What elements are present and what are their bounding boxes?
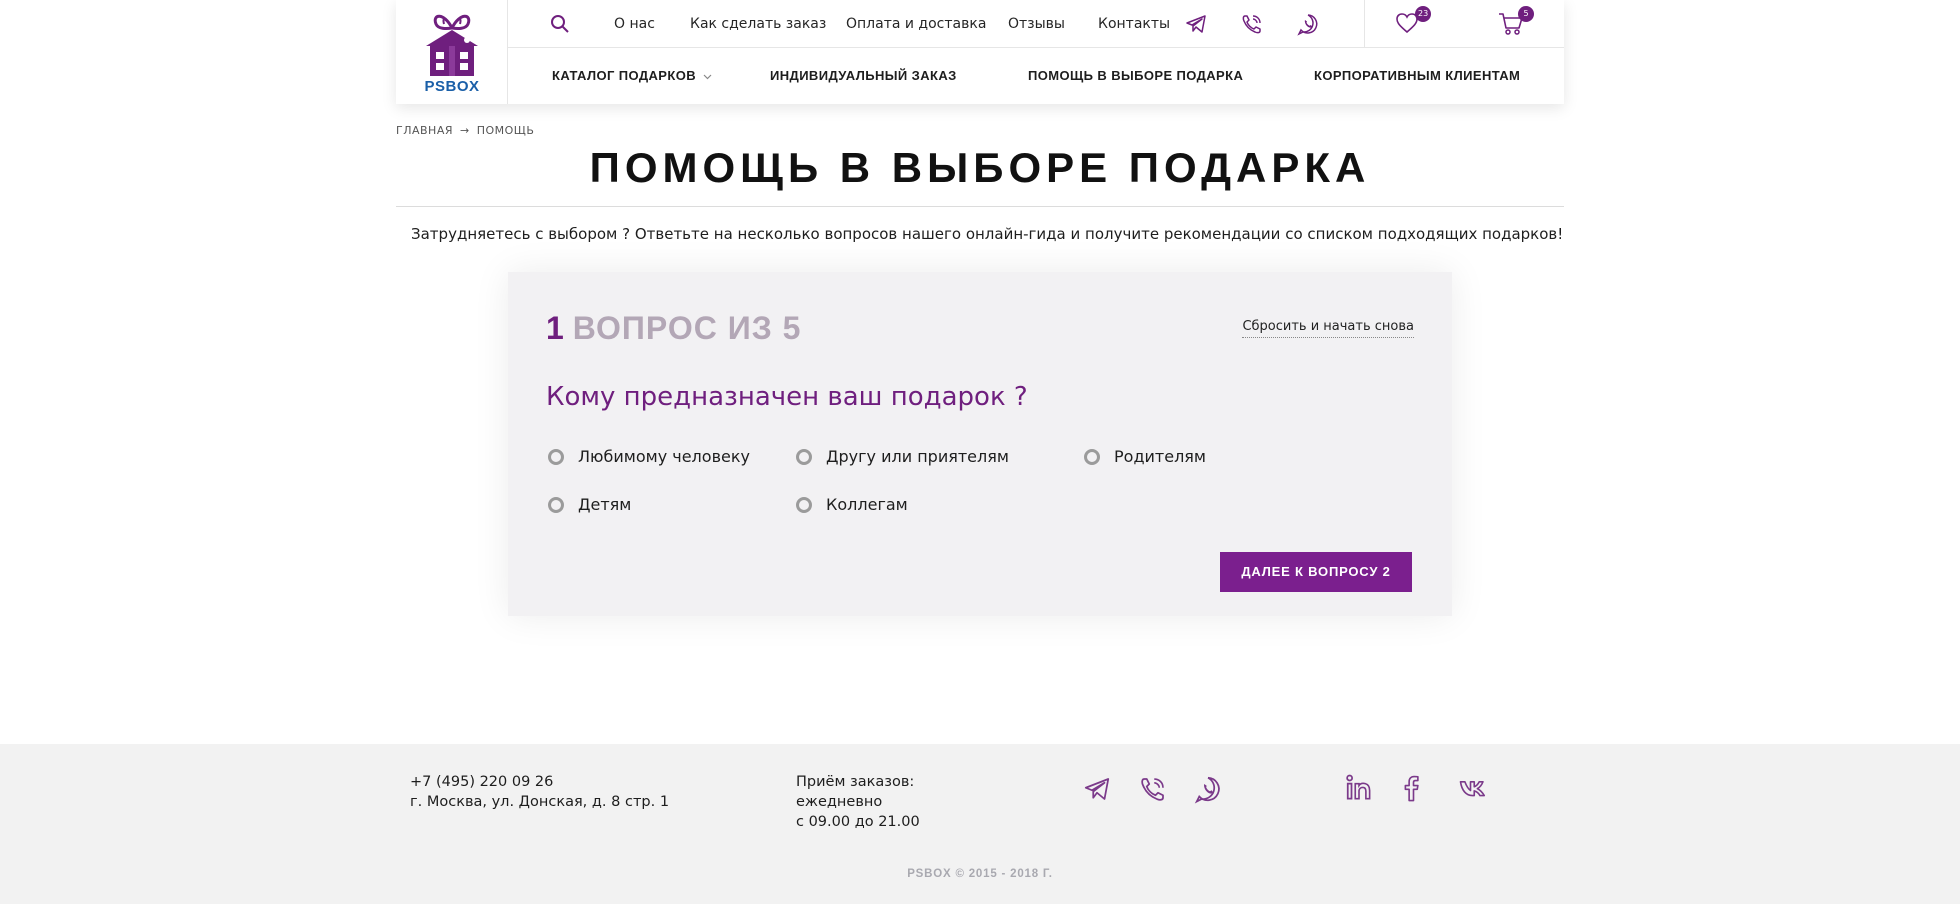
facebook-icon[interactable] [1396,773,1426,803]
quiz-option-label: Любимому человеку [578,447,750,466]
nav-catalog[interactable]: КАТАЛОГ ПОДАРКОВ [552,68,712,83]
logo[interactable]: PSBOX [396,0,508,104]
quiz-option-label: Родителям [1114,447,1206,466]
nav-custom-order[interactable]: ИНДИВИДУАЛЬНЫЙ ЗАКАЗ [770,68,957,83]
top-nav: О нас Как сделать заказ Оплата и доставк… [508,0,1564,48]
telegram-icon[interactable] [1082,774,1112,804]
logo-text: PSBOX [424,78,480,95]
footer-copyright: PSBOX © 2015 - 2018 Г. [907,868,1053,880]
whatsapp-icon[interactable] [1193,774,1223,804]
nav-catalog-label: КАТАЛОГ ПОДАРКОВ [552,68,696,83]
nav-link-reviews[interactable]: Отзывы [1008,16,1065,32]
footer-hours-time: с 09.00 до 21.00 [796,814,920,830]
quiz-option-friend[interactable]: Другу или приятелям [796,447,1009,466]
quiz-option-label: Детям [578,495,632,514]
nav-corporate[interactable]: КОРПОРАТИВНЫМ КЛИЕНТАМ [1314,68,1520,83]
wishlist-button[interactable]: 23 [1364,0,1462,48]
gift-house-logo-icon [426,14,478,76]
whatsapp-icon[interactable] [1296,12,1320,36]
chevron-down-icon [703,74,712,79]
radio-button[interactable] [548,448,564,465]
quiz-step-indicator: 1 ВОПРОС ИЗ 5 [546,310,801,347]
quiz-option-label: Другу или приятелям [826,447,1009,466]
cart-button[interactable]: 5 [1462,0,1564,48]
search-icon[interactable] [550,14,570,34]
title-divider [396,206,1564,207]
main-nav: КАТАЛОГ ПОДАРКОВ ИНДИВИДУАЛЬНЫЙ ЗАКАЗ ПО… [508,48,1564,104]
linkedin-icon[interactable] [1344,773,1374,803]
breadcrumb: ГЛАВНАЯ → ПОМОЩЬ [396,124,534,137]
cart-count-badge: 5 [1518,6,1534,22]
intro-text: Затрудняетесь с выбором ? Ответьте на не… [411,225,1564,243]
quiz-option-label: Коллегам [826,495,908,514]
footer-phone[interactable]: +7 (495) 220 09 26 [410,772,553,792]
breadcrumb-home[interactable]: ГЛАВНАЯ [396,124,453,137]
quiz-option-loved-one[interactable]: Любимому человеку [548,447,750,466]
gift-quiz-card: 1 ВОПРОС ИЗ 5 Сбросить и начать снова Ко… [508,272,1452,616]
quiz-question: Кому предназначен ваш подарок ? [546,382,1028,412]
breadcrumb-separator: → [460,124,470,137]
next-question-button[interactable]: ДАЛЕЕ К ВОПРОСУ 2 [1220,552,1412,592]
quiz-option-colleagues[interactable]: Коллегам [796,495,908,514]
nav-link-how-to-order[interactable]: Как сделать заказ [690,16,826,32]
breadcrumb-current: ПОМОЩЬ [476,124,535,137]
viber-icon[interactable] [1138,774,1168,804]
radio-button[interactable] [796,448,812,465]
quiz-step-number: 1 [546,310,564,346]
radio-button[interactable] [796,496,812,513]
site-footer: +7 (495) 220 09 26 г. Москва, ул. Донска… [0,744,1960,904]
radio-button[interactable] [548,496,564,513]
nav-link-payment-delivery[interactable]: Оплата и доставка [846,16,986,32]
wishlist-count-badge: 23 [1415,6,1432,22]
nav-link-about[interactable]: О нас [614,16,655,32]
footer-hours-title: Приём заказов: [796,774,915,790]
footer-hours-days: ежедневно [796,794,883,810]
site-header: PSBOX О нас Как сделать заказ Оплата и д… [396,0,1564,104]
quiz-option-children[interactable]: Детям [548,495,631,514]
radio-button[interactable] [1084,448,1100,465]
reset-quiz-link[interactable]: Сбросить и начать снова [1242,319,1414,338]
quiz-option-parents[interactable]: Родителям [1084,447,1206,466]
viber-icon[interactable] [1240,12,1264,36]
page-title: ПОМОЩЬ В ВЫБОРЕ ПОДАРКА [589,144,1371,191]
quiz-step-text: ВОПРОС ИЗ 5 [572,310,802,346]
vk-icon[interactable] [1458,773,1488,803]
nav-link-contacts[interactable]: Контакты [1098,16,1170,32]
footer-address: г. Москва, ул. Донская, д. 8 стр. 1 [410,794,670,810]
nav-gift-help[interactable]: ПОМОЩЬ В ВЫБОРЕ ПОДАРКА [1028,68,1243,83]
telegram-icon[interactable] [1184,12,1208,36]
